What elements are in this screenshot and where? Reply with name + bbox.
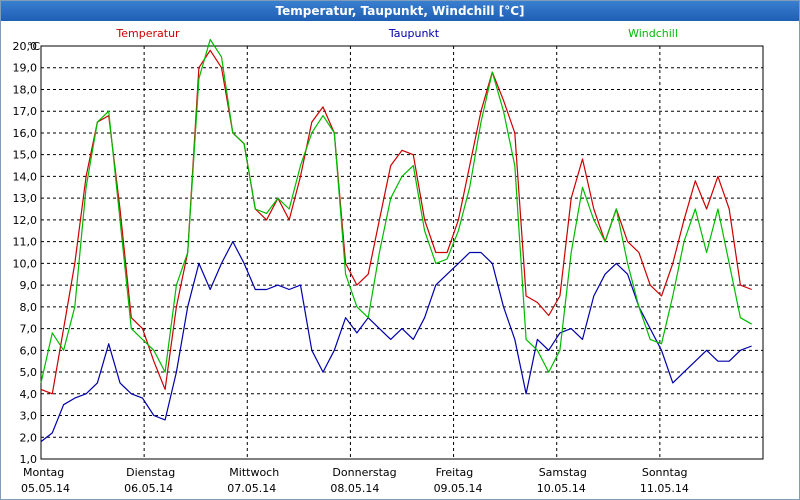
y-tick-label: 1,0: [20, 453, 38, 466]
y-tick-label: 5,0: [20, 366, 38, 379]
x-tick-weekday: Mittwoch: [229, 466, 279, 479]
plot-frame: [40, 45, 764, 460]
y-axis: °C 1,02,03,04,05,06,07,08,09,010,011,012…: [13, 40, 41, 466]
x-tick-date: 11.05.14: [640, 482, 689, 495]
x-tick-weekday: Montag: [23, 466, 64, 479]
title-bar: Temperatur, Taupunkt, Windchill [°C]: [1, 1, 799, 21]
chart-window: Temperatur, Taupunkt, Windchill [°C] °C …: [0, 0, 800, 500]
legend-item-windchill: Windchill: [628, 27, 678, 40]
x-tick-weekday: Freitag: [436, 466, 474, 479]
y-tick-label: 12,0: [13, 214, 38, 227]
y-tick-label: 9,0: [20, 279, 38, 292]
legend-item-temperatur: Temperatur: [115, 27, 180, 40]
x-tick-weekday: Sonntag: [642, 466, 688, 479]
x-tick-date: 08.05.14: [330, 482, 379, 495]
y-tick-label: 19,0: [13, 62, 38, 75]
y-tick-label: 14,0: [13, 170, 38, 183]
y-tick-label: 10,0: [13, 257, 38, 270]
y-tick-label: 13,0: [13, 192, 38, 205]
y-tick-label: 17,0: [13, 105, 38, 118]
chart-title: Temperatur, Taupunkt, Windchill [°C]: [275, 4, 525, 18]
x-tick-weekday: Donnerstag: [332, 466, 396, 479]
plot-background: [40, 45, 764, 460]
y-tick-label: 11,0: [13, 236, 38, 249]
x-tick-date: 06.05.14: [124, 482, 173, 495]
y-tick-label: 20,0: [13, 40, 38, 53]
x-tick-weekday: Samstag: [539, 466, 587, 479]
y-tick-label: 15,0: [13, 149, 38, 162]
legend-item-taupunkt: Taupunkt: [388, 27, 440, 40]
chart-area: °C 1,02,03,04,05,06,07,08,09,010,011,012…: [13, 27, 764, 495]
y-tick-label: 16,0: [13, 127, 38, 140]
x-tick-date: 09.05.14: [434, 482, 483, 495]
x-tick-date: 07.05.14: [227, 482, 276, 495]
y-tick-label: 6,0: [20, 344, 38, 357]
x-tick-date: 10.05.14: [537, 482, 586, 495]
x-tick-weekday: Dienstag: [126, 466, 175, 479]
y-tick-label: 8,0: [20, 301, 38, 314]
x-tick-date: 05.05.14: [21, 482, 70, 495]
legend: Temperatur Taupunkt Windchill: [115, 27, 678, 40]
y-tick-label: 7,0: [20, 323, 38, 336]
x-axis: Montag 05.05.14 Dienstag 06.05.14 Mittwoch 07…: [21, 466, 689, 495]
y-tick-label: 3,0: [20, 410, 38, 423]
y-tick-label: 4,0: [20, 388, 38, 401]
y-tick-label: 18,0: [13, 83, 38, 96]
y-tick-label: 2,0: [20, 431, 38, 444]
